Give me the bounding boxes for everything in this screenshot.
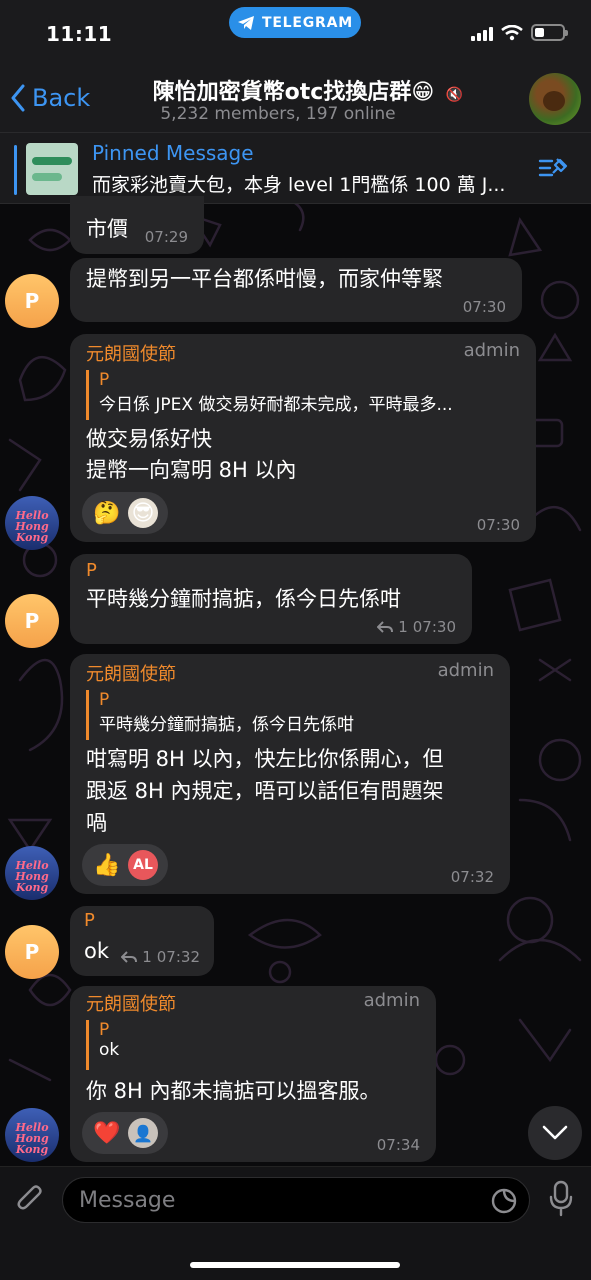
back-label: Back	[32, 84, 91, 112]
message-text: 咁寫明 8H 以內，快左比你係開心，但	[86, 747, 444, 771]
message-text: 喎	[86, 811, 107, 835]
message-text: 做交易係好快	[86, 427, 212, 451]
avatar-label: Hello Hong Kong	[15, 859, 49, 894]
reply-count[interactable]: 1	[142, 948, 152, 966]
battery-icon	[531, 24, 568, 41]
message-text: 你 8H 內都未搞掂可以搵客服。	[86, 1079, 381, 1103]
sticker-icon[interactable]	[490, 1187, 518, 1215]
message-bubble[interactable]: 元朗國使節 admin P 今日係 JPEX 做交易好耐都未完成，平時最多...…	[70, 334, 536, 542]
reply-name: P	[99, 1020, 110, 1040]
reply-text: ok	[99, 1040, 120, 1060]
message-sender[interactable]: P	[84, 910, 95, 931]
chat-member-count: 5,232 members, 197 online	[160, 104, 396, 124]
message-text: 跟返 8H 內規定，唔可以話佢有問題架	[86, 779, 444, 803]
message-text: 平時幾分鐘耐搞掂，係今日先係咁	[86, 587, 401, 611]
message-bubble[interactable]: P ok 1 07:32	[70, 906, 214, 976]
message-sender[interactable]: 元朗國使節	[86, 660, 176, 686]
status-indicators	[471, 24, 568, 41]
group-avatar[interactable]	[529, 73, 581, 125]
message-time: 07:32	[450, 868, 494, 886]
admin-badge: admin	[437, 660, 494, 681]
pinned-label: Pinned Message	[92, 141, 254, 165]
message-time: 07:34	[376, 1136, 420, 1154]
scroll-to-bottom-button[interactable]	[528, 1106, 582, 1160]
telegram-pill-label: TELEGRAM	[261, 14, 354, 31]
avatar[interactable]: Hello Hong Kong	[5, 496, 59, 550]
reply-quote[interactable]: P 今日係 JPEX 做交易好耐都未完成，平時最多...	[86, 370, 516, 420]
avatar[interactable]: P	[5, 925, 59, 979]
message-bubble[interactable]: P 平時幾分鐘耐搞掂，係今日先係咁 1 07:30	[70, 554, 472, 644]
pin-list-icon[interactable]	[538, 155, 570, 183]
message-bubble[interactable]: 元朗國使節 admin P 平時幾分鐘耐搞掂，係今日先係咁 咁寫明 8H 以內，…	[70, 654, 510, 894]
message-sender[interactable]: P	[86, 560, 97, 581]
avatar-label: Hello Hong Kong	[15, 1121, 49, 1156]
chat-title-text: 陳怡加密貨幣otc找換店群😁	[152, 80, 435, 105]
wifi-icon	[501, 24, 523, 40]
reply-quote[interactable]: P ok	[86, 1020, 416, 1070]
message-bubble[interactable]: 提幣到另一平台都係咁慢，而家仲等緊 07:30	[70, 258, 522, 322]
telegram-icon	[237, 15, 254, 30]
back-button[interactable]: Back	[10, 84, 90, 112]
reply-arrow-icon	[121, 951, 138, 963]
message-text: 提幣到另一平台都係咁慢，而家仲等緊	[86, 267, 443, 291]
pinned-message-bar[interactable]: Pinned Message 而家彩池賣大包，本身 level 1門檻係 100…	[0, 132, 591, 204]
pinned-thumbnail	[26, 143, 78, 195]
message-time: 07:30	[476, 516, 520, 534]
muted-icon: 🔇	[445, 87, 464, 103]
avatar-label: Hello Hong Kong	[15, 509, 49, 544]
chevron-left-icon	[11, 84, 25, 112]
message-text: ok	[84, 939, 110, 963]
microphone-icon[interactable]	[548, 1179, 574, 1219]
chat-title[interactable]: 陳怡加密貨幣otc找換店群😁 🔇	[128, 74, 488, 106]
reaction-user[interactable]: 😎	[128, 498, 158, 528]
reply-name: P	[99, 370, 110, 390]
reply-text: 平時幾分鐘耐搞掂，係今日先係咁	[99, 715, 354, 735]
attachment-icon[interactable]	[14, 1181, 46, 1217]
chevron-down-icon	[542, 1125, 568, 1140]
message-meta: 1 07:30	[377, 618, 456, 636]
message-input[interactable]	[62, 1177, 530, 1223]
avatar[interactable]: P	[5, 594, 59, 648]
reaction-thumbs-up[interactable]: 👍	[92, 850, 122, 880]
admin-badge: admin	[463, 340, 520, 361]
message-text: 市價	[86, 217, 128, 241]
home-indicator[interactable]	[190, 1262, 400, 1268]
avatar[interactable]: Hello Hong Kong	[5, 1108, 59, 1162]
top-bar: 11:11 TELEGRAM Back 陳怡加密貨幣otc找換店群😁 🔇 5,2…	[0, 0, 591, 132]
reply-text: 今日係 JPEX 做交易好耐都未完成，平時最多...	[99, 395, 453, 415]
message-sender[interactable]: 元朗國使節	[86, 990, 176, 1016]
reaction-bar[interactable]: 👍 AL	[82, 844, 168, 886]
reaction-thinking[interactable]: 🤔	[92, 498, 122, 528]
admin-badge: admin	[363, 990, 420, 1011]
status-time: 11:11	[46, 22, 113, 46]
message-text: 提幣一向寫明 8H 以內	[86, 458, 297, 482]
reply-quote[interactable]: P 平時幾分鐘耐搞掂，係今日先係咁	[86, 690, 486, 740]
reply-name: P	[99, 690, 110, 710]
avatar[interactable]: P	[5, 274, 59, 328]
telegram-pill[interactable]: TELEGRAM	[229, 7, 361, 38]
reaction-bar[interactable]: ❤️ 👤	[82, 1112, 168, 1154]
reaction-heart[interactable]: ❤️	[92, 1118, 122, 1148]
cellular-signal-icon	[471, 25, 493, 41]
message-time: 07:30	[462, 298, 506, 316]
message-time: 07:29	[144, 228, 188, 246]
message-bubble[interactable]: 市價 07:29	[70, 196, 204, 254]
message-time: 07:30	[412, 618, 456, 636]
message-sender[interactable]: 元朗國使節	[86, 340, 176, 366]
message-time: 07:32	[156, 948, 200, 966]
reply-count[interactable]: 1	[398, 618, 408, 636]
message-bubble[interactable]: 元朗國使節 admin P ok 你 8H 內都未搞掂可以搵客服。 ❤️ 👤 0…	[70, 986, 436, 1162]
reaction-user-al[interactable]: AL	[128, 850, 158, 880]
pinned-text: 而家彩池賣大包，本身 level 1門檻係 100 萬 J...	[92, 174, 506, 196]
avatar[interactable]: Hello Hong Kong	[5, 846, 59, 900]
message-meta: 1 07:32	[121, 948, 200, 966]
reaction-bar[interactable]: 🤔 😎	[82, 492, 168, 534]
reply-arrow-icon	[377, 621, 394, 633]
reaction-user-photo[interactable]: 👤	[128, 1118, 158, 1148]
pinned-indicator	[14, 145, 17, 195]
